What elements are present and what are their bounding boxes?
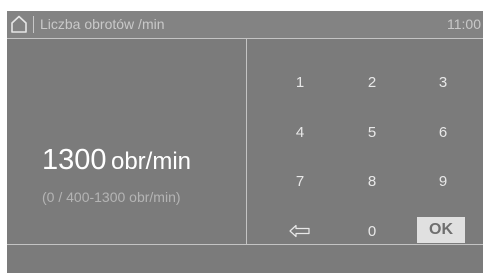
key-6[interactable]: 6 [412,114,474,150]
home-icon[interactable] [9,14,29,34]
key-5[interactable]: 5 [341,114,403,150]
key-9[interactable]: 9 [412,163,474,199]
ok-button[interactable]: OK [417,217,465,243]
value-unit: obr/min [110,148,191,175]
key-3[interactable]: 3 [412,64,474,100]
value-number: 1300 [42,144,107,176]
page-title: Liczba obrotów /min [40,16,165,32]
current-value: 1300 obr/min [42,141,191,184]
display-screen: Liczba obrotów /min 11:00 1300 obr/min (… [7,11,483,273]
key-4[interactable]: 4 [269,114,331,150]
clock: 11:00 [447,16,481,32]
value-panel: 1300 obr/min (0 / 400-1300 obr/min) [7,39,246,244]
numeric-keypad: 1 2 3 4 5 6 7 8 9 0 OK [247,39,483,244]
key-7[interactable]: 7 [269,163,331,199]
key-1[interactable]: 1 [269,64,331,100]
backspace-arrow-icon [289,224,310,238]
value-range: (0 / 400-1300 obr/min) [42,189,181,205]
key-8[interactable]: 8 [341,163,403,199]
key-2[interactable]: 2 [341,64,403,100]
header-bar: Liczba obrotów /min 11:00 [7,11,483,39]
footer-bar [7,244,483,273]
header-separator [33,16,34,33]
